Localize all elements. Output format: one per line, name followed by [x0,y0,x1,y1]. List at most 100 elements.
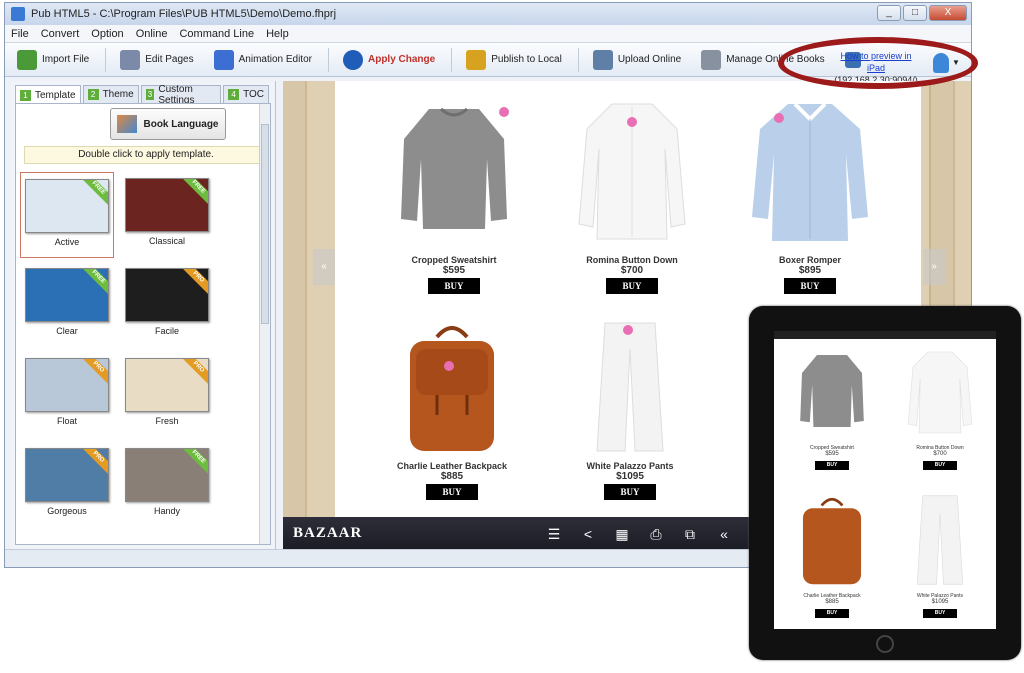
menu-command-line[interactable]: Command Line [179,28,254,40]
template-name: Float [56,416,77,426]
template-thumbnail: PRO [125,268,209,322]
publish-local-button[interactable]: Publish to Local [462,46,566,74]
template-name: Clear [56,326,78,336]
buy-button[interactable]: BUY [604,484,656,500]
app-icon [11,7,25,21]
template-tab-body: Book Language Double click to apply temp… [15,103,271,545]
product-image-backpack [402,319,502,455]
close-button[interactable]: X [929,5,967,21]
ipad-buy-button[interactable]: BUY [815,461,849,470]
template-badge: PRO [80,449,108,475]
menu-help[interactable]: Help [266,28,289,40]
ipad-product-image [907,351,973,434]
menu-file[interactable]: File [11,28,29,40]
template-item-facile[interactable]: PRO Facile [120,262,214,348]
next-arrow-icon[interactable]: » [923,249,945,285]
product-image-button-down [577,99,687,249]
book-language-button[interactable]: Book Language [110,108,226,140]
upload-online-icon [592,49,613,70]
template-thumbnail: FREE [25,268,109,322]
hotspot-dot[interactable] [623,325,633,335]
minimize-button[interactable]: _ [877,5,901,21]
prev-arrow-icon[interactable]: « [313,249,335,285]
maximize-button[interactable]: □ [903,5,927,21]
title-bar: Pub HTML5 - C:\Program Files\PUB HTML5\D… [5,3,971,25]
hotspot-dot[interactable] [627,117,637,127]
highlight-ellipse [778,37,978,89]
left-panel: 1 Template 2 Theme 3 Custom Settings 4 TOC B… [11,81,276,549]
ipad-product-card: White Palazzo Pants $1095 BUY [890,493,990,618]
upload-online-button[interactable]: Upload Online [589,46,685,74]
template-name: Facile [154,326,179,336]
ipad-product-image [802,497,862,585]
book-language-icon [117,115,138,133]
ipad-home-button[interactable] [876,635,894,653]
product-card: Romina Button Down $700 BUY [557,99,707,294]
menu-convert[interactable]: Convert [41,28,80,40]
template-grid: FREE Active FREE Classical FREE Clear PRO Facil… [20,172,260,542]
menu-option[interactable]: Option [91,28,123,40]
share-icon[interactable]: < [579,525,597,543]
template-badge: FREE [180,449,208,475]
hotspot-dot[interactable] [774,113,784,123]
apply-change-button[interactable]: Apply Change [339,46,439,74]
hotspot-dot[interactable] [499,107,509,117]
fullscreen-icon[interactable]: ⧉ [681,525,699,543]
apply-change-icon [342,49,363,70]
ipad-product-image [800,355,864,427]
animation-editor-button[interactable]: Animation Editor [210,46,316,74]
ipad-buy-button[interactable]: BUY [815,609,849,618]
buy-button[interactable]: BUY [426,484,478,500]
ipad-buy-button[interactable]: BUY [923,461,957,470]
template-thumbnail: FREE [25,179,109,233]
template-item-active[interactable]: FREE Active [20,172,114,258]
buy-button[interactable]: BUY [428,278,480,294]
tab-toc[interactable]: 4 TOC [223,85,269,103]
template-scrollbar[interactable] [259,104,270,544]
ipad-screen: Cropped Sweatshirt $595 BUY Romina Butto… [774,331,996,629]
ipad-status-bar [774,331,996,339]
template-item-classical[interactable]: FREE Classical [120,172,214,258]
tab-template[interactable]: 1 Template [15,85,81,105]
template-badge: PRO [180,269,208,295]
edit-pages-button[interactable]: Edit Pages [116,46,197,74]
tab-custom-settings[interactable]: 3 Custom Settings [140,84,222,106]
print-icon[interactable]: ⎙ [647,525,665,543]
template-item-gorgeous[interactable]: PRO Gorgeous [20,442,114,528]
list-icon[interactable]: ☰ [545,525,563,543]
template-name: Handy [153,506,180,516]
buy-button[interactable]: BUY [606,278,658,294]
ipad-buy-button[interactable]: BUY [923,609,957,618]
product-card: Cropped Sweatshirt $595 BUY [379,99,529,294]
template-item-float[interactable]: PRO Float [20,352,114,438]
template-thumbnail: FREE [125,178,209,232]
template-hint: Double click to apply template. [24,146,268,164]
template-thumbnail: PRO [25,358,109,412]
buy-button[interactable]: BUY [784,278,836,294]
ipad-device: Cropped Sweatshirt $595 BUY Romina Butto… [749,306,1021,660]
import-file-button[interactable]: Import File [13,46,93,74]
template-item-fresh[interactable]: PRO Fresh [120,352,214,438]
template-badge: PRO [180,359,208,385]
ipad-product-card: Cropped Sweatshirt $595 BUY [782,349,882,470]
product-card: White Palazzo Pants $1095 BUY [555,319,705,500]
import-file-icon [17,49,37,70]
prev-page-icon[interactable]: « [715,525,733,543]
template-badge: PRO [80,359,108,385]
product-image-palazzo-pants [595,319,665,455]
product-image-sweatshirt [399,99,509,249]
brand-logo: BAZAAR [293,525,363,541]
ipad-product-card: Charlie Leather Backpack $885 BUY [782,493,882,618]
product-image-boxer-romper [750,99,870,249]
template-thumbnail: PRO [125,358,209,412]
tab-theme[interactable]: 2 Theme [82,85,139,103]
template-item-clear[interactable]: FREE Clear [20,262,114,348]
grid-icon[interactable]: ▦ [613,525,631,543]
template-item-handy[interactable]: FREE Handy [120,442,214,528]
template-thumbnail: PRO [25,448,109,502]
hotspot-dot[interactable] [444,361,454,371]
animation-editor-icon [213,49,234,70]
template-badge: FREE [180,179,208,205]
menu-online[interactable]: Online [136,28,168,40]
panel-tabs: 1 Template 2 Theme 3 Custom Settings 4 TOC [11,81,275,106]
